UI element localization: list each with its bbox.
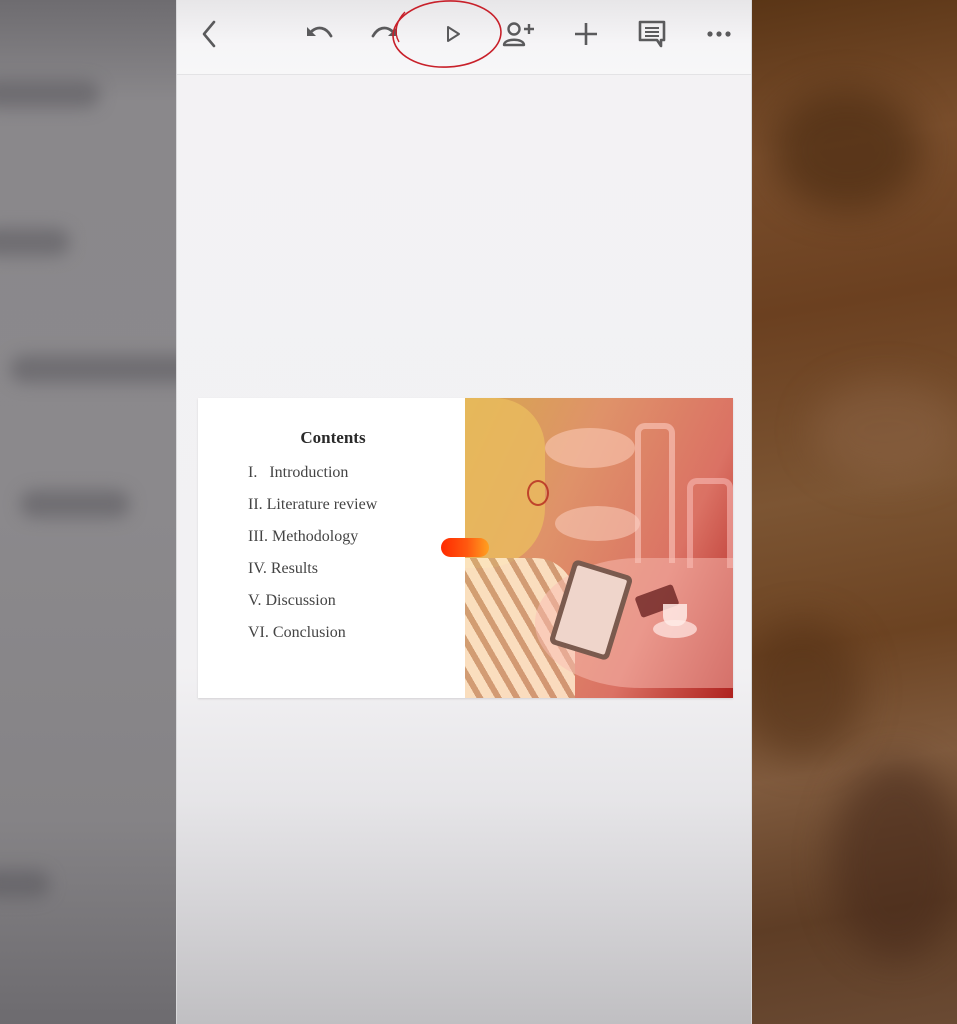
blur-smear: [20, 490, 130, 518]
slide-title: Contents: [300, 428, 366, 447]
photo-glasses: [527, 480, 549, 506]
undo-icon: [304, 22, 334, 46]
more-horizontal-icon: [706, 30, 732, 38]
toc-text: Conclusion: [272, 624, 346, 641]
toc-item: V. Discussion: [248, 592, 336, 610]
blur-smear: [0, 228, 70, 256]
plus-icon: [573, 21, 599, 47]
phone-screen: Contents I. Introduction II. Literature …: [176, 0, 752, 1024]
undo-button[interactable]: [299, 14, 339, 54]
blur-blob: [752, 620, 862, 760]
toc-text: Literature review: [266, 496, 378, 513]
toc-numeral: I.: [248, 464, 258, 481]
blur-blob: [832, 760, 957, 960]
blur-smear: [0, 870, 50, 898]
blur-blob: [772, 90, 922, 210]
slide-text-panel: Contents I. Introduction II. Literature …: [198, 398, 465, 698]
toc-item: IV. Results: [248, 560, 318, 578]
blur-smear: [0, 80, 100, 108]
photo-chair: [687, 478, 733, 568]
comments-button[interactable]: [632, 14, 672, 54]
toc-item: II. Literature review: [248, 496, 377, 514]
slide-photo: [465, 398, 733, 698]
chevron-left-icon: [199, 19, 221, 49]
toc-numeral: IV.: [248, 560, 267, 577]
top-toolbar: [177, 0, 751, 75]
toc-numeral: III.: [248, 528, 268, 545]
toc-item: III. Methodology: [248, 528, 358, 546]
photo-table: [545, 428, 635, 468]
play-icon: [443, 23, 463, 45]
photo-cup: [663, 604, 687, 626]
share-button[interactable]: [499, 14, 539, 54]
toc-item: VI. Conclusion: [248, 624, 346, 642]
toc-numeral: VI.: [248, 624, 269, 641]
photo-table: [555, 506, 640, 541]
redo-icon: [370, 22, 400, 46]
comment-icon: [637, 19, 667, 49]
insert-button[interactable]: [566, 14, 606, 54]
blur-blob: [812, 380, 957, 480]
toc-text: Results: [270, 560, 318, 577]
toc-numeral: II.: [248, 496, 263, 513]
accent-pill: [441, 538, 489, 557]
redo-button[interactable]: [365, 14, 405, 54]
toc-item: I. Introduction: [248, 464, 348, 482]
person-add-icon: [502, 20, 536, 48]
toc-text: Discussion: [265, 592, 336, 609]
background-left-blurred: [0, 0, 176, 1024]
blur-smear: [10, 355, 176, 383]
toc-numeral: V.: [248, 592, 262, 609]
more-options-button[interactable]: [699, 14, 739, 54]
toc-text: Introduction: [269, 464, 349, 481]
toc-text: Methodology: [271, 528, 359, 545]
photo-chair: [635, 423, 675, 563]
background-right-blurred: [752, 0, 957, 1024]
slide-thumbnail[interactable]: Contents I. Introduction II. Literature …: [198, 398, 733, 698]
back-button[interactable]: [190, 14, 230, 54]
present-button[interactable]: [433, 14, 473, 54]
